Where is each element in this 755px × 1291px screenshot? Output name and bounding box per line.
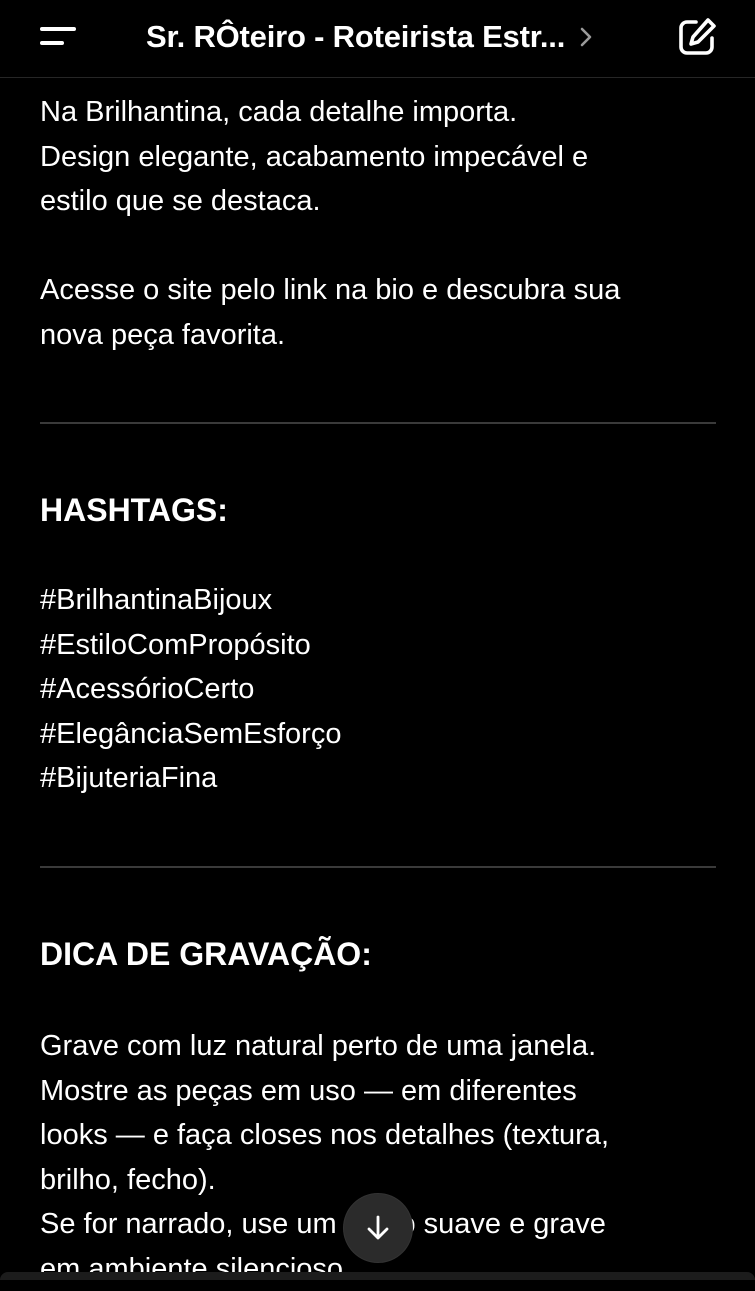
new-chat-edit-icon <box>672 18 722 66</box>
top-bar: Sr. RÔteiro - Roteirista Estr... <box>0 0 755 78</box>
chat-title: Sr. RÔteiro - Roteirista Estr... <box>146 19 566 54</box>
hashtag-item: #BrilhantinaBijoux <box>40 584 273 616</box>
composer-edge <box>0 1272 755 1280</box>
hashtag-item: #ElegânciaSemEsforço <box>40 717 342 750</box>
scroll-to-bottom-button[interactable] <box>344 1194 412 1262</box>
section-divider <box>40 422 716 424</box>
intro-paragraph: Na Brilhantina, cada detalhe importa. De… <box>40 96 589 217</box>
new-chat-button[interactable] <box>672 12 722 62</box>
hashtag-item: #EstiloComPropósito <box>40 628 311 661</box>
recording-tip-paragraph: Grave com luz natural perto de uma janel… <box>40 1030 610 1285</box>
cta-paragraph: Acesse o site pelo link na bio e descubr… <box>40 274 621 351</box>
hashtag-item: #BijuteriaFina <box>40 762 218 794</box>
hashtag-item: #AcessórioCerto <box>40 673 255 705</box>
chat-title-button[interactable]: Sr. RÔteiro - Roteirista Estr... <box>146 14 595 60</box>
recording-tip-heading: DICA DE GRAVAÇÃO: <box>40 936 372 972</box>
menu-button[interactable] <box>30 14 86 60</box>
section-divider <box>40 866 716 868</box>
hashtag-list: #BrilhantinaBijoux #EstiloComPropósito #… <box>40 578 341 801</box>
hashtags-heading: HASHTAGS: <box>40 492 228 528</box>
chevron-right-icon <box>577 26 595 48</box>
